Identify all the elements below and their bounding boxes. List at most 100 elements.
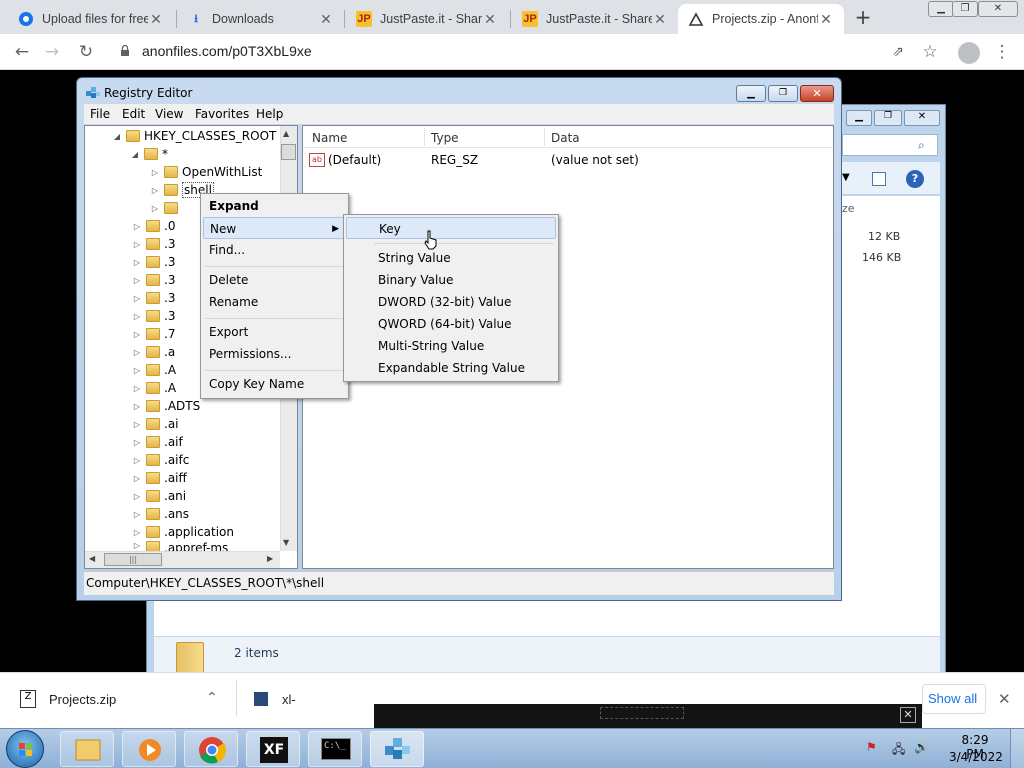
close-shelf-icon[interactable]: ✕ bbox=[998, 690, 1011, 708]
tree-scroll-thumb[interactable] bbox=[281, 144, 296, 160]
menu-edit[interactable]: Edit bbox=[122, 107, 145, 121]
profile-avatar[interactable] bbox=[958, 42, 980, 64]
submenu-item-binary-value[interactable]: Binary Value bbox=[378, 269, 453, 291]
chevron-down-icon[interactable]: ▼ bbox=[842, 172, 850, 183]
taskbar-cmd-icon[interactable]: C:\_ bbox=[308, 731, 362, 767]
size-column-header[interactable]: ze bbox=[842, 202, 855, 215]
scroll-right-icon[interactable]: ▶ bbox=[267, 554, 273, 563]
minimize-button[interactable]: ▁ bbox=[736, 85, 766, 102]
tree-node-openwithlist[interactable]: ▷ OpenWithList bbox=[150, 163, 262, 181]
tree-hscroll-thumb[interactable]: ||| bbox=[104, 553, 162, 566]
menu-help[interactable]: Help bbox=[256, 107, 283, 121]
close-icon[interactable]: ✕ bbox=[818, 11, 834, 28]
tree-node[interactable]: ▷ .3 bbox=[132, 253, 176, 271]
menu-item-find[interactable]: Find... bbox=[209, 239, 245, 261]
new-tab-button[interactable]: + bbox=[852, 6, 874, 28]
submenu-item-dword-value[interactable]: DWORD (32-bit) Value bbox=[378, 291, 511, 313]
menu-item-rename[interactable]: Rename bbox=[209, 291, 258, 313]
share-icon[interactable]: ⇗ bbox=[886, 40, 910, 64]
forward-icon[interactable]: → bbox=[40, 40, 64, 64]
chevron-up-icon[interactable]: ⌃ bbox=[206, 690, 218, 706]
tab-justpaste-2[interactable]: JP JustPaste.it - Share ✕ bbox=[512, 4, 678, 34]
tree-node-aifc[interactable]: ▷ .aifc bbox=[132, 451, 189, 469]
tree-node-ai[interactable]: ▷ .ai bbox=[132, 415, 179, 433]
column-header-type[interactable]: Type bbox=[431, 131, 459, 145]
scroll-left-icon[interactable]: ◀ bbox=[89, 554, 95, 563]
volume-icon[interactable]: 🔊 bbox=[914, 740, 929, 754]
bookmark-star-icon[interactable]: ☆ bbox=[918, 40, 942, 64]
download-item-name[interactable]: xl-adesk20_v2.exe bbox=[282, 692, 382, 704]
tree-node-aif[interactable]: ▷ .aif bbox=[132, 433, 183, 451]
menu-view[interactable]: View bbox=[155, 107, 183, 121]
menu-favorites[interactable]: Favorites bbox=[195, 107, 249, 121]
minimize-button[interactable]: ▁ bbox=[928, 1, 954, 17]
taskbar-media-player-icon[interactable] bbox=[122, 731, 176, 767]
action-center-flag-icon[interactable]: ⚑ bbox=[866, 740, 877, 754]
tree-node-appref[interactable]: ▷ .appref-ms bbox=[132, 541, 228, 551]
menu-item-new[interactable]: New ▶ bbox=[203, 217, 346, 239]
taskbar-chrome-icon[interactable] bbox=[184, 731, 238, 767]
explorer-minimize-button[interactable]: ▁ bbox=[846, 110, 872, 126]
back-icon[interactable]: ← bbox=[10, 40, 34, 64]
close-icon[interactable]: ✕ bbox=[148, 11, 164, 28]
scroll-up-icon[interactable]: ▲ bbox=[283, 129, 289, 138]
tree-node-adts[interactable]: ▷ .ADTS bbox=[132, 397, 200, 415]
tree-node-ani[interactable]: ▷ .ani bbox=[132, 487, 186, 505]
taskbar-xf-icon[interactable]: XF bbox=[246, 731, 300, 767]
submenu-item-string-value[interactable]: String Value bbox=[378, 247, 451, 269]
restore-button[interactable]: ❐ bbox=[952, 1, 978, 17]
tree-node[interactable]: ▷ .0 bbox=[132, 217, 176, 235]
tree-node-star[interactable]: ◢ * bbox=[130, 145, 168, 163]
maximize-button[interactable]: ❐ bbox=[768, 85, 798, 102]
tree-node[interactable]: ▷ .3 bbox=[132, 289, 176, 307]
tree-node-ans[interactable]: ▷ .ans bbox=[132, 505, 189, 523]
menu-kebab-icon[interactable]: ⋮ bbox=[990, 40, 1014, 64]
menu-item-expand[interactable]: Expand bbox=[209, 195, 259, 217]
submenu-item-expandable-string-value[interactable]: Expandable String Value bbox=[378, 357, 525, 379]
scroll-down-icon[interactable]: ▼ bbox=[283, 538, 289, 547]
close-icon[interactable]: ✕ bbox=[482, 11, 498, 28]
tree-node[interactable]: ▷ .3 bbox=[132, 271, 176, 289]
close-icon[interactable]: ✕ bbox=[652, 11, 668, 28]
tree-node-partial[interactable]: ▷ bbox=[150, 199, 182, 217]
submenu-item-qword-value[interactable]: QWORD (64-bit) Value bbox=[378, 313, 512, 335]
tree-node-application[interactable]: ▷ .application bbox=[132, 523, 234, 541]
start-button[interactable] bbox=[6, 730, 44, 768]
tree-node-hkcr[interactable]: ◢ HKEY_CLASSES_ROOT bbox=[112, 127, 276, 145]
menu-item-export[interactable]: Export bbox=[209, 321, 248, 343]
menu-file[interactable]: File bbox=[90, 107, 110, 121]
reload-icon[interactable]: ↻ bbox=[74, 40, 98, 64]
taskbar-explorer-icon[interactable] bbox=[60, 731, 114, 767]
clock-date[interactable]: 3/4/2022 bbox=[949, 750, 1003, 764]
tree-node[interactable]: ▷ .A bbox=[132, 361, 176, 379]
tab-justpaste-1[interactable]: JP JustPaste.it - Share ✕ bbox=[346, 4, 508, 34]
help-icon[interactable]: ? bbox=[906, 170, 924, 188]
show-desktop-button[interactable] bbox=[1010, 729, 1024, 768]
submenu-item-key[interactable]: Key bbox=[346, 217, 556, 239]
preview-pane-icon[interactable] bbox=[872, 172, 886, 186]
value-name[interactable]: (Default) bbox=[328, 153, 381, 167]
network-icon[interactable]: 🖧 bbox=[892, 740, 905, 761]
overlay-close-icon[interactable]: ✕ bbox=[900, 707, 916, 723]
taskbar-regedit-icon[interactable] bbox=[370, 731, 424, 767]
column-header-name[interactable]: Name bbox=[312, 131, 347, 145]
tree-node[interactable]: ▷ .3 bbox=[132, 307, 176, 325]
close-window-button[interactable]: ✕ bbox=[978, 1, 1018, 17]
tree-node[interactable]: ▷ .3 bbox=[132, 235, 176, 253]
tree-node[interactable]: ▷ .7 bbox=[132, 325, 176, 343]
tab-projects-zip[interactable]: Projects.zip - Anonf ✕ bbox=[678, 4, 844, 34]
close-button[interactable]: ✕ bbox=[800, 85, 834, 102]
tree-node[interactable]: ▷ .a bbox=[132, 343, 175, 361]
menu-item-copy-key-name[interactable]: Copy Key Name bbox=[209, 373, 304, 395]
address-bar-url[interactable]: anonfiles.com/p0T3XbL9xe bbox=[142, 43, 312, 59]
explorer-close-button[interactable]: ✕ bbox=[904, 110, 940, 126]
tree-node-aiff[interactable]: ▷ .aiff bbox=[132, 469, 187, 487]
tab-upload[interactable]: Upload files for free ✕ bbox=[8, 4, 174, 34]
tab-downloads[interactable]: ⭳ Downloads ✕ bbox=[178, 4, 344, 34]
explorer-maximize-button[interactable]: ❐ bbox=[874, 110, 902, 126]
column-header-data[interactable]: Data bbox=[551, 131, 580, 145]
submenu-item-multi-string-value[interactable]: Multi-String Value bbox=[378, 335, 484, 357]
download-item-name[interactable]: Projects.zip bbox=[49, 692, 116, 707]
tree-node[interactable]: ▷ .A bbox=[132, 379, 176, 397]
menu-item-delete[interactable]: Delete bbox=[209, 269, 248, 291]
